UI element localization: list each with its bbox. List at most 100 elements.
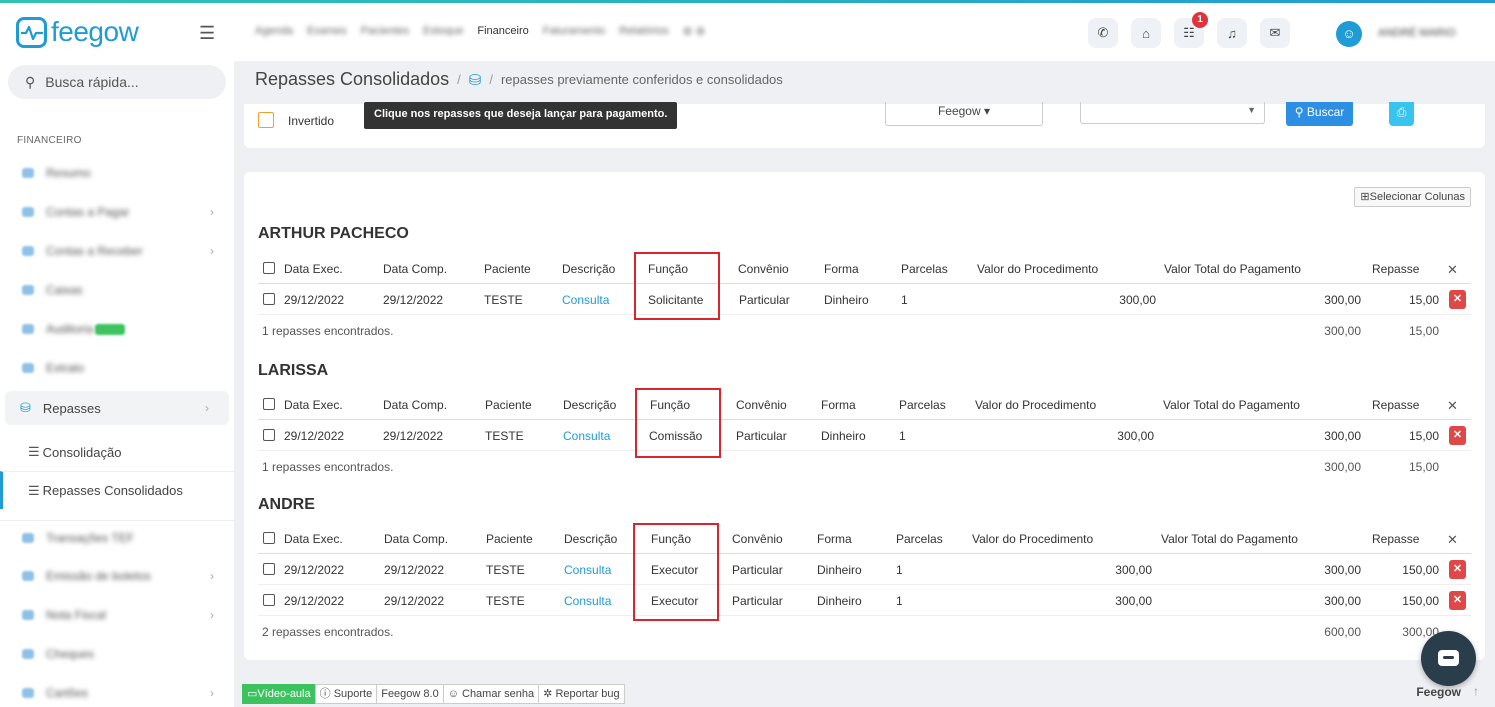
bell-icon[interactable]: ♫ [1217, 18, 1247, 48]
nav-item-pacientes[interactable]: Pacientes [361, 25, 409, 38]
username[interactable]: ANDRÉ MARIO [1378, 27, 1456, 39]
suporte-button[interactable]: ⓘ Suporte [314, 684, 378, 704]
sidebar-item-contas-receber[interactable]: Contas a Receber › [0, 234, 234, 268]
chamar-senha-button[interactable]: ☺ Chamar senha [442, 684, 540, 704]
cell-descricao-link[interactable]: Consulta [563, 429, 610, 443]
select-all-checkbox[interactable] [263, 532, 275, 544]
invertido-checkbox[interactable] [258, 112, 274, 128]
col-data-comp[interactable]: Data Comp. [383, 398, 447, 412]
cell-descricao-link[interactable]: Consulta [564, 594, 611, 608]
sidebar-item-resumo[interactable]: Resumo [0, 156, 234, 190]
col-convenio[interactable]: Convênio [736, 398, 787, 412]
search-input[interactable]: ⚲ Busca rápida... [8, 65, 226, 99]
select-all-checkbox[interactable] [263, 398, 275, 410]
col-valor-procedimento[interactable]: Valor do Procedimento [975, 398, 1096, 412]
menu-toggle-icon[interactable]: ☰ [199, 23, 215, 44]
reportar-bug-button[interactable]: ✲ Reportar bug [538, 684, 625, 704]
row-checkbox[interactable] [263, 594, 275, 606]
sidebar-item-auditoria[interactable]: Auditoria [0, 312, 234, 346]
row-checkbox[interactable] [263, 429, 275, 441]
col-paciente[interactable]: Paciente [484, 262, 531, 276]
wallet-icon [22, 246, 34, 256]
cell-descricao-link[interactable]: Consulta [564, 563, 611, 577]
video-aula-button[interactable]: ▭Vídeo-aula [242, 684, 316, 704]
delete-button[interactable]: ✕ [1449, 560, 1466, 579]
col-repasse[interactable]: Repasse [1372, 262, 1419, 276]
filter-select[interactable]: ▼ [1080, 102, 1265, 124]
col-forma[interactable]: Forma [817, 532, 852, 546]
col-valor-total[interactable]: Valor Total do Pagamento [1161, 532, 1298, 546]
sidebar-subitem-repasses-consolidados[interactable]: ☰ Repasses Consolidados [0, 471, 234, 509]
nav-item-estoque[interactable]: Estoque [423, 25, 463, 38]
col-valor-procedimento[interactable]: Valor do Procedimento [977, 262, 1098, 276]
avatar[interactable]: ☺ [1336, 21, 1362, 47]
print-icon: ⎙ [1396, 105, 1407, 119]
sidebar-item-contas-pagar[interactable]: Contas a Pagar › [0, 195, 234, 229]
phone-icon[interactable]: ✆ [1088, 18, 1118, 48]
chat-icon[interactable]: ✉ [1260, 18, 1290, 48]
close-icon[interactable]: ✕ [1447, 532, 1458, 548]
sidebar-item-extrato[interactable]: Extrato [0, 351, 234, 385]
col-repasse[interactable]: Repasse [1372, 398, 1419, 412]
nav-item-financeiro[interactable]: Financeiro [477, 25, 528, 38]
select-all-checkbox[interactable] [263, 262, 275, 274]
sidebar-subitem-consolidacao[interactable]: ☰ Consolidação [0, 433, 234, 471]
col-data-exec[interactable]: Data Exec. [284, 398, 343, 412]
nav-more-icon[interactable]: ⚙ ⚙ [683, 25, 706, 38]
sidebar-item-cheques[interactable]: Cheques [0, 637, 234, 671]
delete-button[interactable]: ✕ [1449, 426, 1466, 445]
version-label: Feegow 8.0 [376, 684, 444, 704]
row-checkbox[interactable] [263, 293, 275, 305]
col-forma[interactable]: Forma [824, 262, 859, 276]
col-descricao[interactable]: Descrição [562, 262, 615, 276]
col-data-comp[interactable]: Data Comp. [383, 262, 447, 276]
nav-item-exames[interactable]: Exames [307, 25, 347, 38]
logo[interactable]: feegow [16, 16, 196, 48]
hand-coins-icon[interactable]: ⛁ [469, 71, 482, 89]
col-forma[interactable]: Forma [821, 398, 856, 412]
print-button[interactable]: ⎙ [1389, 102, 1414, 126]
sidebar-item-boletos[interactable]: Emissão de boletos › [0, 559, 234, 593]
col-valor-total[interactable]: Valor Total do Pagamento [1163, 398, 1300, 412]
chat-widget-button[interactable] [1421, 631, 1476, 686]
col-convenio[interactable]: Convênio [738, 262, 789, 276]
nav-item-agenda[interactable]: Agenda [255, 25, 293, 38]
sidebar-item-repasses[interactable]: ⛁ Repasses › [5, 391, 229, 425]
col-descricao[interactable]: Descrição [564, 532, 617, 546]
inbox-icon[interactable]: ⌂ [1131, 18, 1161, 48]
search-button[interactable]: ⚲ Buscar [1286, 102, 1353, 126]
tasks-icon[interactable]: ☷ 1 [1174, 12, 1208, 48]
sidebar-item-cartoes[interactable]: Cartões › [0, 676, 234, 707]
col-data-exec[interactable]: Data Exec. [284, 532, 343, 546]
table-row[interactable]: 29/12/2022 29/12/2022 TESTE Consulta Sol… [258, 285, 1471, 315]
nav-item-faturamento[interactable]: Faturamento [543, 25, 605, 38]
sidebar-item-transacoes-tef[interactable]: Transações TEF [0, 520, 234, 554]
col-descricao[interactable]: Descrição [563, 398, 616, 412]
col-data-comp[interactable]: Data Comp. [384, 532, 448, 546]
col-parcelas[interactable]: Parcelas [899, 398, 946, 412]
col-parcelas[interactable]: Parcelas [901, 262, 948, 276]
delete-button[interactable]: ✕ [1449, 290, 1466, 309]
col-valor-procedimento[interactable]: Valor do Procedimento [972, 532, 1093, 546]
col-data-exec[interactable]: Data Exec. [284, 262, 343, 276]
col-valor-total[interactable]: Valor Total do Pagamento [1164, 262, 1301, 276]
table-row[interactable]: 29/12/2022 29/12/2022 TESTE Consulta Exe… [258, 555, 1471, 585]
cell-descricao-link[interactable]: Consulta [562, 293, 609, 307]
col-convenio[interactable]: Convênio [732, 532, 783, 546]
close-icon[interactable]: ✕ [1447, 398, 1458, 414]
col-repasse[interactable]: Repasse [1372, 532, 1419, 546]
table-row[interactable]: 29/12/2022 29/12/2022 TESTE Consulta Exe… [258, 586, 1471, 616]
delete-button[interactable]: ✕ [1449, 591, 1466, 610]
col-paciente[interactable]: Paciente [486, 532, 533, 546]
sidebar-item-caixas[interactable]: Caixas [0, 273, 234, 307]
col-parcelas[interactable]: Parcelas [896, 532, 943, 546]
close-icon[interactable]: ✕ [1447, 262, 1458, 278]
sidebar-item-nota-fiscal[interactable]: Nota Fiscal › [0, 598, 234, 632]
nav-item-relatorios[interactable]: Relatórios [619, 25, 669, 38]
col-paciente[interactable]: Paciente [485, 398, 532, 412]
select-columns-button[interactable]: ⊞Selecionar Colunas [1354, 187, 1471, 207]
row-checkbox[interactable] [263, 563, 275, 575]
table-row[interactable]: 29/12/2022 29/12/2022 TESTE Consulta Com… [258, 421, 1471, 451]
unit-select[interactable]: Feegow ▾ [885, 102, 1043, 126]
arrow-up-icon[interactable]: ↑ [1473, 684, 1489, 700]
